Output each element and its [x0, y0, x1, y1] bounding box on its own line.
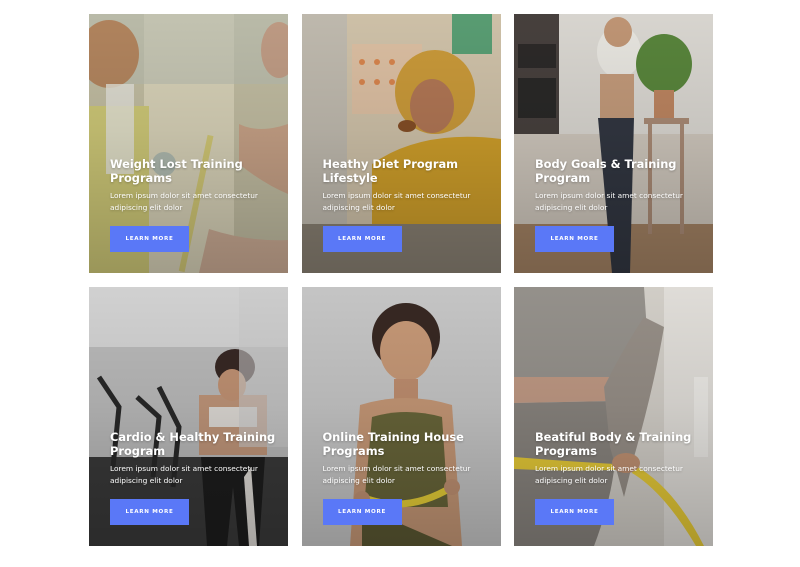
learn-more-button[interactable]: LEARN MORE	[322, 499, 402, 525]
card-text: Lorem ipsum dolor sit amet consectetur a…	[322, 191, 471, 212]
learn-more-button[interactable]: LEARN MORE	[535, 226, 614, 252]
card-title: Cardio & Healthy Training Program	[110, 430, 278, 458]
program-card: Weight Lost Training Programs Lorem ipsu…	[89, 14, 288, 273]
card-title-line: Heathy Diet Program Lifestyle	[322, 157, 459, 185]
card-title-line: Online Training House Programs	[322, 430, 464, 458]
learn-more-button[interactable]: LEARN MORE	[322, 226, 402, 252]
card-content: Beatiful Body & Training Programs Lorem …	[535, 430, 703, 487]
program-card: Heathy Diet Program Lifestyle Lorem ipsu…	[301, 14, 501, 273]
card-title-line: Beatiful Body & Training Programs	[535, 430, 692, 458]
card-title: Weight Lost Training Programs	[110, 157, 278, 185]
card-title: Body Goals & Training Program	[535, 157, 703, 185]
card-text: Lorem ipsum dolor sit amet consectetur a…	[110, 464, 258, 485]
card-text: Lorem ipsum dolor sit amet consectetur a…	[535, 464, 683, 485]
program-card: Body Goals & Training Program Lorem ipsu…	[514, 14, 713, 273]
card-text: Lorem ipsum dolor sit amet consectetur a…	[535, 191, 683, 212]
card-title: Beatiful Body & Training Programs	[535, 430, 703, 458]
card-text: Lorem ipsum dolor sit amet consectetur a…	[322, 464, 471, 485]
card-title-line: Weight Lost Training Programs	[110, 157, 243, 185]
program-card: Cardio & Healthy Training Program Lorem …	[89, 287, 288, 546]
learn-more-button[interactable]: LEARN MORE	[110, 226, 189, 252]
card-title-line: Body Goals & Training Program	[535, 157, 677, 185]
program-grid: Weight Lost Training Programs Lorem ipsu…	[89, 14, 713, 547]
card-text: Lorem ipsum dolor sit amet consectetur a…	[110, 191, 258, 212]
card-content: Weight Lost Training Programs Lorem ipsu…	[110, 157, 278, 214]
card-content: Heathy Diet Program Lifestyle Lorem ipsu…	[322, 157, 491, 214]
card-content: Body Goals & Training Program Lorem ipsu…	[535, 157, 703, 214]
card-content: Online Training House Programs Lorem ips…	[322, 430, 491, 487]
learn-more-button[interactable]: LEARN MORE	[110, 499, 189, 525]
card-title-line: Cardio & Healthy Training Program	[110, 430, 276, 458]
program-card: Beatiful Body & Training Programs Lorem …	[514, 287, 713, 546]
card-content: Cardio & Healthy Training Program Lorem …	[110, 430, 278, 487]
card-title: Online Training House Programs	[322, 430, 491, 458]
card-title: Heathy Diet Program Lifestyle	[322, 157, 491, 185]
program-card: Online Training House Programs Lorem ips…	[301, 287, 501, 546]
learn-more-button[interactable]: LEARN MORE	[535, 499, 614, 525]
